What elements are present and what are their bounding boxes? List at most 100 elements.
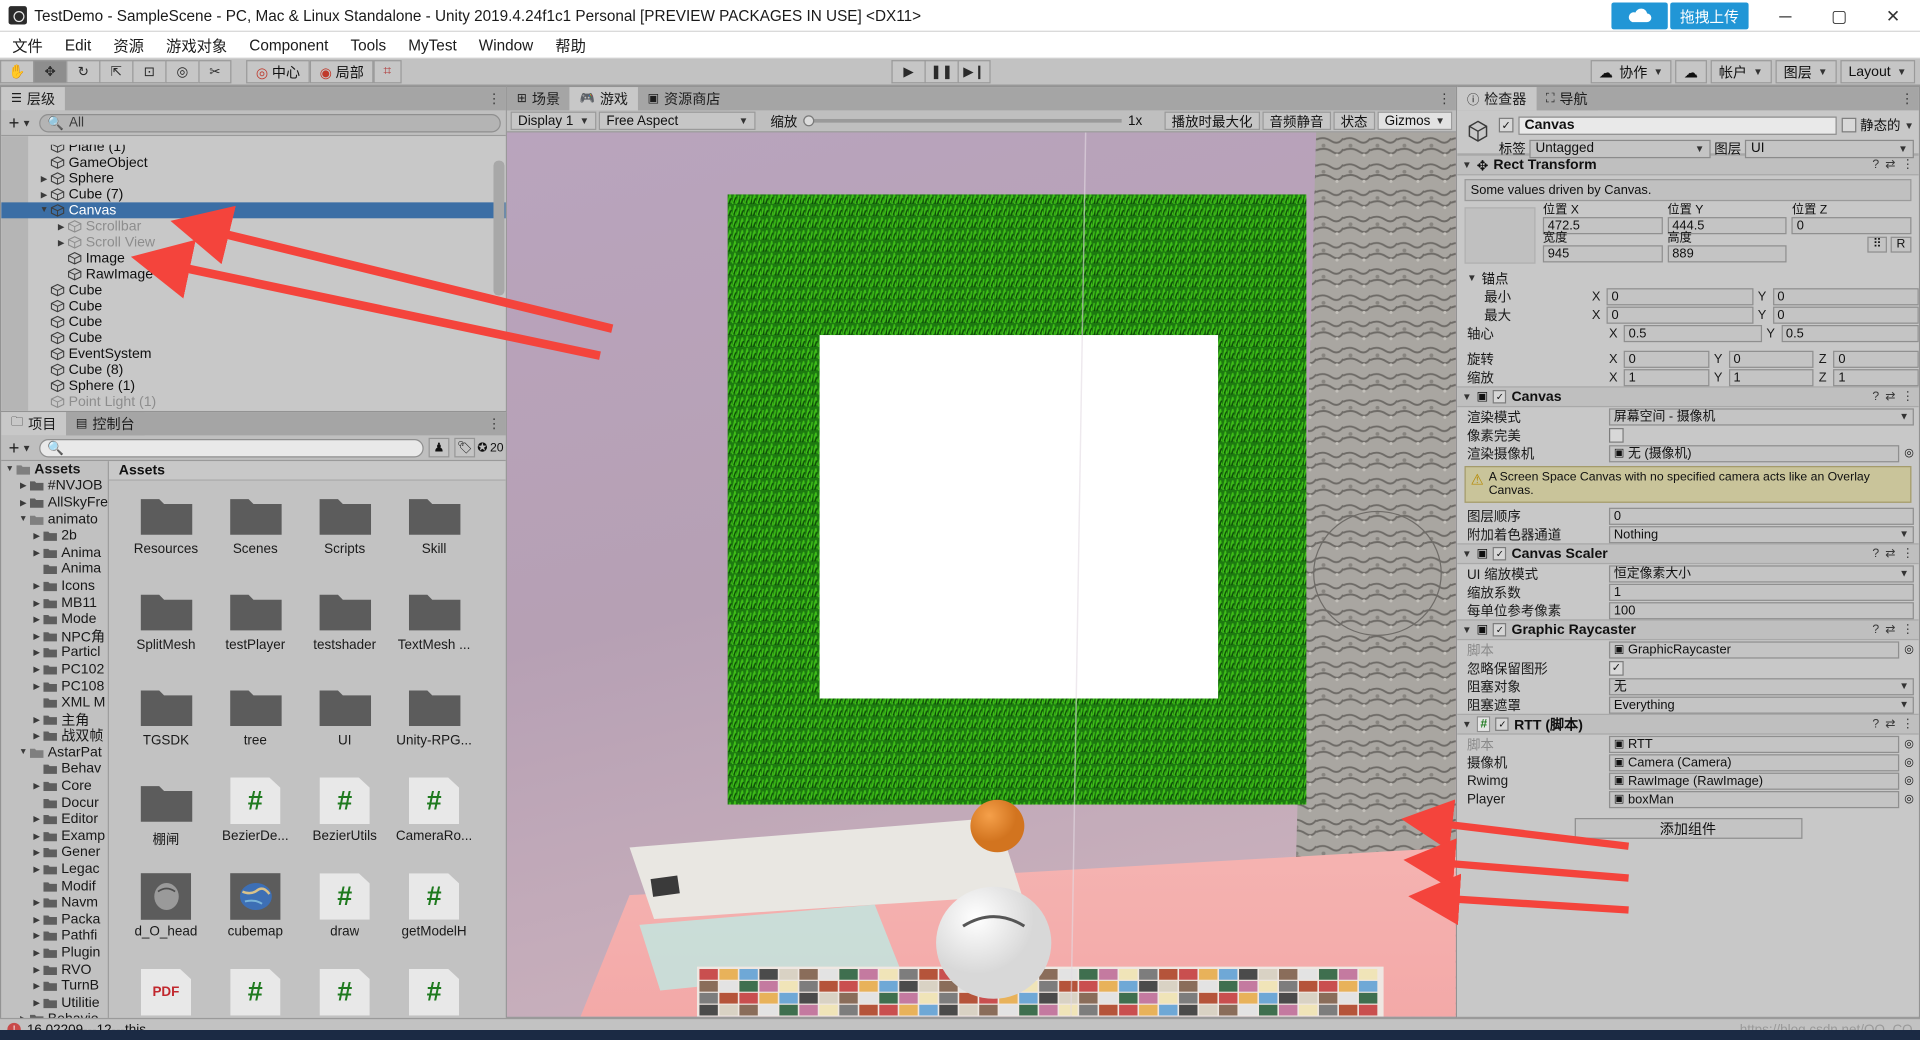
project-tree-item-19[interactable]: ▶ Core bbox=[1, 778, 108, 795]
chevron-right-icon[interactable]: ▶ bbox=[31, 848, 43, 858]
hierarchy-search-input[interactable]: 🔍 All bbox=[38, 113, 501, 132]
asset-item[interactable]: # CameraRo... bbox=[389, 777, 478, 871]
hierarchy-list[interactable]: ▶Plane (1)▶GameObject▶Sphere▶Cube (7)▼Ca… bbox=[1, 136, 506, 411]
project-tree-item-24[interactable]: ▶ Legac bbox=[1, 861, 108, 878]
stats-button[interactable]: 状态 bbox=[1333, 111, 1375, 130]
zoom-slider[interactable] bbox=[803, 115, 1122, 127]
component-enabled-checkbox[interactable]: ✓ bbox=[1493, 546, 1507, 561]
tab-game[interactable]: 🎮 游戏 bbox=[569, 87, 638, 111]
menu-item-0[interactable]: 文件 bbox=[12, 33, 43, 56]
filter-type-icon[interactable]: ♟ bbox=[428, 437, 450, 458]
raw-edit-mode-button[interactable]: R bbox=[1890, 236, 1912, 253]
chevron-down-icon[interactable]: ▼ bbox=[1462, 719, 1472, 730]
project-tree-item-12[interactable]: ▶ PC102 bbox=[1, 661, 108, 678]
project-tree-item-26[interactable]: ▶ Navm bbox=[1, 895, 108, 912]
tool-button-1[interactable]: ✥ bbox=[33, 60, 67, 84]
chevron-down-icon[interactable]: ▼ bbox=[1467, 272, 1477, 283]
static-checkbox[interactable] bbox=[1841, 117, 1857, 133]
project-menu-icon[interactable]: ⋮ bbox=[487, 416, 500, 432]
object-field[interactable]: ▣ GraphicRaycaster bbox=[1608, 640, 1900, 658]
component-enabled-checkbox[interactable]: ✓ bbox=[1493, 623, 1507, 637]
project-folder-tree[interactable]: ▼ Assets ▶ #NVJOB ▶ AllSkyFre ▼ animato ▶ 2b ▶ Anim… bbox=[1, 461, 109, 1040]
maximize-on-play-button[interactable]: 播放时最大化 bbox=[1164, 111, 1260, 130]
rot-z-input[interactable]: 0 bbox=[1833, 350, 1919, 368]
chevron-right-icon[interactable]: ▶ bbox=[31, 965, 43, 975]
hierarchy-scrollbar[interactable] bbox=[493, 160, 505, 296]
inspector-menu-icon[interactable]: ⋮ bbox=[1900, 91, 1913, 107]
project-tree-item-10[interactable]: ▶ NPC角 bbox=[1, 628, 108, 645]
project-tree-item-14[interactable]: ▶XML M bbox=[1, 695, 108, 712]
anchor-preset-widget[interactable] bbox=[1464, 207, 1536, 264]
asset-item[interactable]: TGSDK bbox=[121, 682, 210, 775]
preset-icon[interactable]: ⇄ bbox=[1885, 623, 1895, 636]
component-header-canvas[interactable]: ▼ ▣ ✓ Canvas? ⇄ ⋮ bbox=[1457, 386, 1919, 408]
chevron-right-icon[interactable]: ▶ bbox=[31, 898, 43, 908]
project-add-button[interactable]: + ▼ bbox=[6, 437, 34, 458]
rot-y-input[interactable]: 0 bbox=[1728, 350, 1814, 368]
project-tree-item-8[interactable]: ▶ MB11 bbox=[1, 594, 108, 611]
project-tree-item-20[interactable]: ▶Docur bbox=[1, 795, 108, 812]
hierarchy-item-gameobject[interactable]: ▶GameObject bbox=[1, 155, 505, 171]
chevron-right-icon[interactable]: ▶ bbox=[31, 715, 43, 725]
menu-item-4[interactable]: Component bbox=[249, 36, 328, 53]
field-dropdown[interactable]: 无 ▼ bbox=[1608, 677, 1914, 695]
project-tree-item-30[interactable]: ▶ RVO bbox=[1, 961, 108, 978]
asset-item[interactable]: testPlayer bbox=[211, 586, 300, 679]
chevron-right-icon[interactable]: ▶ bbox=[17, 498, 29, 508]
hierarchy-item-cube[interactable]: ▶Cube bbox=[1, 314, 505, 330]
anchor-min-y-input[interactable]: 0 bbox=[1772, 287, 1919, 305]
project-tree-item-13[interactable]: ▶ PC108 bbox=[1, 678, 108, 695]
asset-item[interactable]: 棚闸 bbox=[121, 778, 210, 871]
field-dropdown[interactable]: 恒定像素大小 ▼ bbox=[1608, 564, 1914, 582]
maximize-button[interactable]: ▢ bbox=[1812, 0, 1866, 32]
add-component-button[interactable]: 添加组件 bbox=[1574, 818, 1802, 839]
anchors-foldout[interactable]: ▼ 锚点 bbox=[1457, 269, 1919, 287]
object-picker-icon[interactable]: ◎ bbox=[1904, 446, 1914, 459]
filter-label-icon[interactable]: 🏷 bbox=[454, 437, 476, 458]
object-picker-icon[interactable]: ◎ bbox=[1904, 774, 1914, 787]
tab-scene[interactable]: ⊞ 场景 bbox=[506, 87, 570, 111]
pivot-rotation-button[interactable]: ◉ 局部 bbox=[309, 60, 374, 84]
chevron-right-icon[interactable]: ▶ bbox=[31, 831, 43, 842]
project-tree-item-27[interactable]: ▶ Packa bbox=[1, 911, 108, 928]
object-field[interactable]: ▣ RawImage (RawImage) bbox=[1608, 772, 1900, 790]
asset-item[interactable]: Unity-RPG... bbox=[389, 682, 478, 775]
chevron-right-icon[interactable]: ▶ bbox=[55, 221, 67, 232]
chevron-right-icon[interactable]: ▶ bbox=[38, 174, 50, 184]
menu-item-2[interactable]: 资源 bbox=[113, 33, 144, 56]
pivot-mode-button[interactable]: ◎ 中心 bbox=[246, 60, 310, 84]
menu-item-5[interactable]: Tools bbox=[350, 36, 386, 53]
tab-project[interactable]: 🗀 项目 bbox=[1, 412, 67, 436]
chevron-right-icon[interactable]: ▶ bbox=[31, 781, 43, 792]
chevron-right-icon[interactable]: ▶ bbox=[31, 948, 43, 958]
object-name-input[interactable]: Canvas bbox=[1518, 115, 1837, 135]
asset-item[interactable]: Scripts bbox=[300, 491, 389, 584]
field-dropdown[interactable]: 屏幕空间 - 摄像机 ▼ bbox=[1608, 407, 1914, 425]
mute-audio-button[interactable]: 音频静音 bbox=[1262, 111, 1331, 130]
chevron-right-icon[interactable]: ▶ bbox=[31, 998, 43, 1008]
asset-item[interactable]: SplitMesh bbox=[121, 586, 210, 679]
chevron-right-icon[interactable]: ▶ bbox=[31, 648, 43, 658]
project-tree-item-32[interactable]: ▶ Utilitie bbox=[1, 995, 108, 1012]
static-toggle[interactable]: 静态的 ▼ bbox=[1841, 115, 1914, 135]
account-button[interactable]: 帐户 ▼ bbox=[1710, 60, 1772, 84]
game-viewport[interactable] bbox=[506, 132, 1456, 1017]
project-tree-item-6[interactable]: ▶Anima bbox=[1, 561, 108, 578]
hierarchy-item-scrollbar[interactable]: ▶ Scrollbar bbox=[1, 218, 505, 234]
tab-hierarchy[interactable]: ☰ 层级 bbox=[1, 87, 65, 111]
chevron-right-icon[interactable]: ▶ bbox=[17, 481, 29, 491]
asset-item[interactable]: UI bbox=[300, 682, 389, 775]
chevron-down-icon[interactable]: ▼ bbox=[1462, 159, 1472, 170]
project-search-input[interactable]: 🔍 bbox=[38, 438, 424, 457]
hierarchy-item-scroll-view[interactable]: ▶ Scroll View bbox=[1, 234, 505, 250]
component-header-rtt[interactable]: ▼ # ✓ RTT (脚本)? ⇄ ⋮ bbox=[1457, 713, 1919, 735]
project-tree-item-17[interactable]: ▼ AstarPat bbox=[1, 745, 108, 762]
chevron-right-icon[interactable]: ▶ bbox=[31, 681, 43, 692]
hierarchy-item-cube-7[interactable]: ▶ Cube (7) bbox=[1, 186, 505, 202]
asset-item[interactable]: d_O_head bbox=[121, 873, 210, 966]
kebab-icon[interactable]: ⋮ bbox=[1902, 390, 1914, 403]
help-icon[interactable]: ? bbox=[1872, 390, 1879, 403]
chevron-right-icon[interactable]: ▶ bbox=[31, 531, 43, 541]
tool-button-6[interactable]: ✂ bbox=[198, 60, 232, 84]
object-picker-icon[interactable]: ◎ bbox=[1904, 737, 1914, 750]
